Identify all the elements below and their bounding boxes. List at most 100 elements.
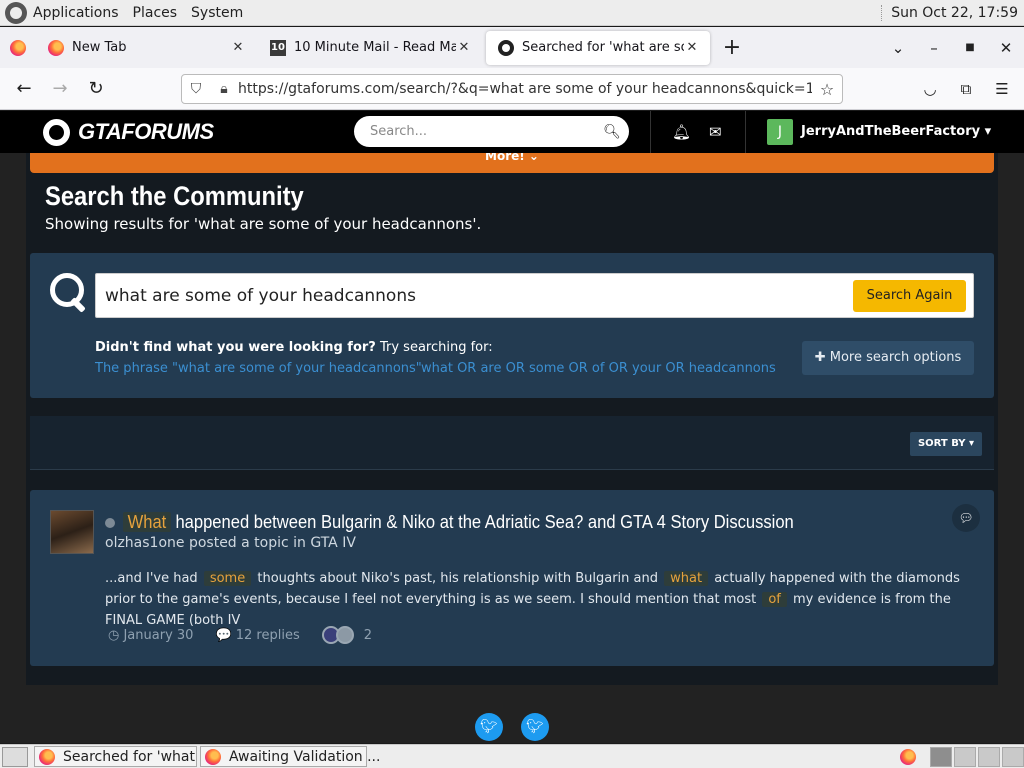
user-menu[interactable]: JerryAndTheBeerFactory ▾	[801, 124, 991, 139]
author-avatar[interactable]	[50, 510, 94, 554]
page-title: Search the Community	[45, 181, 304, 211]
gnome-top-panel: Applications Places System Sun Oct 22, 1…	[0, 0, 1024, 26]
snippet-text: ...and I've had	[105, 571, 198, 586]
result-footer: ◷ January 30 💬 12 replies 2	[108, 626, 372, 644]
snippet-highlight: what	[664, 571, 709, 586]
workspace-4[interactable]	[1002, 746, 1024, 767]
sort-by-button[interactable]: SORT BY ▾	[910, 432, 982, 456]
messages-envelope-icon[interactable]: ✉	[709, 123, 722, 141]
site-search-box[interactable]: 🔍︎	[354, 116, 629, 147]
list-all-tabs-icon[interactable]: ⌄	[880, 39, 916, 57]
participant-avatar[interactable]	[335, 626, 354, 644]
workspace-3[interactable]	[978, 746, 1000, 767]
firefox-icon	[10, 39, 26, 56]
taskbar-item-firefox[interactable]: Searched for 'what ...	[34, 746, 213, 767]
search-again-button[interactable]: Search Again	[853, 280, 966, 312]
results-toolbar: SORT BY ▾	[30, 416, 994, 470]
extensions-icon[interactable]: ⧉	[948, 73, 984, 105]
shield-icon[interactable]: ⛉	[182, 81, 210, 97]
search-hint: Didn't find what you were looking for? T…	[95, 340, 493, 355]
gnome-logo-icon[interactable]	[5, 1, 27, 24]
bookmark-star-icon[interactable]: ☆	[812, 80, 842, 99]
site-header: GTAFORUMS 🔍︎ 🔔︎ ✉ J JerryAndTheBeerFacto…	[0, 111, 1024, 153]
search-hint-bold: Didn't find what you were looking for?	[95, 340, 376, 355]
taskbar-item-firefox[interactable]: Awaiting Validation ...	[200, 746, 380, 767]
taskbar-item-label: Awaiting Validation ...	[229, 748, 381, 765]
search-query-box[interactable]: Search Again	[95, 273, 974, 318]
lock-icon[interactable]: 🔒︎	[210, 81, 238, 97]
firefox-icon	[205, 748, 221, 765]
reload-button[interactable]: ↻	[78, 73, 114, 105]
taskbar-item-label: Searched for 'what ...	[63, 748, 213, 765]
snippet-highlight: some	[203, 571, 252, 586]
firefox-tray-icon[interactable]	[900, 748, 916, 765]
title-text: happened between Bulgarin & Niko at the …	[175, 512, 794, 532]
system-menu[interactable]: System	[191, 5, 243, 21]
header-divider	[745, 111, 746, 153]
result-snippet: ...and I've had some thoughts about Niko…	[105, 568, 975, 631]
close-tab-icon[interactable]: ✕	[684, 40, 700, 55]
page-subtitle: Showing results for 'what are some of yo…	[45, 215, 482, 233]
site-search-input[interactable]	[370, 124, 595, 139]
panel-separator	[881, 4, 883, 21]
comment-bubble-icon[interactable]: 💬︎	[952, 504, 980, 532]
new-tab-button[interactable]: +	[716, 31, 748, 65]
site-logo[interactable]: GTAFORUMS	[43, 118, 214, 146]
tab-new-tab[interactable]: New Tab ✕	[36, 31, 256, 65]
tab-10-minute-mail[interactable]: 10 10 Minute Mail - Read Mail ✕	[258, 31, 482, 65]
search-icon	[50, 273, 90, 313]
tab-title: Searched for 'what are some	[522, 40, 684, 55]
site-logo-text: GTAFORUMS	[78, 119, 214, 144]
workspace-2[interactable]	[954, 746, 976, 767]
maximize-icon[interactable]: ■	[952, 42, 988, 53]
title-highlight: What	[123, 512, 171, 532]
result-replies: 💬 12 replies	[215, 627, 300, 643]
close-window-icon[interactable]: ✕	[988, 39, 1024, 57]
close-tab-icon[interactable]: ✕	[456, 40, 472, 55]
search-icon[interactable]: 🔍︎	[595, 124, 629, 140]
search-panel: Search Again Didn't find what you were l…	[30, 253, 994, 398]
notifications-bell-icon[interactable]: 🔔︎	[672, 123, 691, 141]
gtaforums-icon	[498, 39, 514, 56]
snippet-highlight: of	[762, 592, 787, 607]
suggestion-or-link[interactable]: what OR are OR some OR of OR your OR hea…	[421, 361, 776, 376]
twitter-icon[interactable]: 🐦︎	[521, 713, 549, 741]
tab-title: New Tab	[72, 40, 127, 55]
result-meta[interactable]: olzhas1one posted a topic in GTA IV	[105, 535, 356, 551]
clock[interactable]: Sun Oct 22, 17:59	[891, 5, 1018, 21]
pocket-icon[interactable]: ◡	[912, 73, 948, 105]
snippet-text: thoughts about Niko's past, his relation…	[257, 571, 658, 586]
places-menu[interactable]: Places	[133, 5, 178, 21]
minimize-icon[interactable]: –	[916, 39, 952, 57]
suggestion-phrase-link[interactable]: The phrase "what are some of your headca…	[95, 361, 422, 376]
gtaforums-logo-icon	[43, 118, 70, 146]
banner-more-link[interactable]: More! ⌄	[485, 153, 539, 163]
result-date: ◷ January 30	[108, 627, 194, 643]
result-title-line: What happened between Bulgarin & Niko at…	[105, 512, 852, 533]
announcement-banner[interactable]: More! ⌄	[30, 153, 994, 173]
firefox-icon	[39, 748, 55, 765]
tab-gtaforums-search[interactable]: Searched for 'what are some ✕	[486, 30, 710, 65]
result-title-link[interactable]: What happened between Bulgarin & Niko at…	[123, 512, 794, 533]
back-button[interactable]: ←	[6, 73, 42, 105]
more-search-options-button[interactable]: ✚ More search options	[802, 341, 974, 375]
firefox-view-button[interactable]	[0, 27, 36, 68]
close-tab-icon[interactable]: ✕	[230, 40, 246, 55]
navigation-toolbar: ← → ↻ ⛉ 🔒︎ https://gtaforums.com/search/…	[0, 68, 1024, 110]
unread-indicator-icon	[105, 517, 115, 528]
url-text[interactable]: https://gtaforums.com/search/?&q=what ar…	[238, 81, 812, 97]
search-hint-rest: Try searching for:	[375, 340, 493, 355]
workspace-1[interactable]	[930, 746, 952, 767]
menu-hamburger-icon[interactable]: ☰	[984, 73, 1020, 105]
user-avatar[interactable]: J	[767, 119, 793, 145]
twitter-icon[interactable]: 🐦︎	[475, 713, 503, 741]
applications-menu[interactable]: Applications	[33, 5, 119, 21]
10minutemail-icon: 10	[270, 39, 286, 56]
forward-button[interactable]: →	[42, 73, 78, 105]
header-divider	[650, 111, 651, 153]
url-bar[interactable]: ⛉ 🔒︎ https://gtaforums.com/search/?&q=wh…	[181, 74, 843, 104]
show-desktop-button[interactable]	[2, 746, 28, 767]
search-query-input[interactable]	[105, 274, 845, 317]
firefox-icon	[48, 39, 64, 56]
search-result-item: What happened between Bulgarin & Niko at…	[30, 490, 994, 666]
